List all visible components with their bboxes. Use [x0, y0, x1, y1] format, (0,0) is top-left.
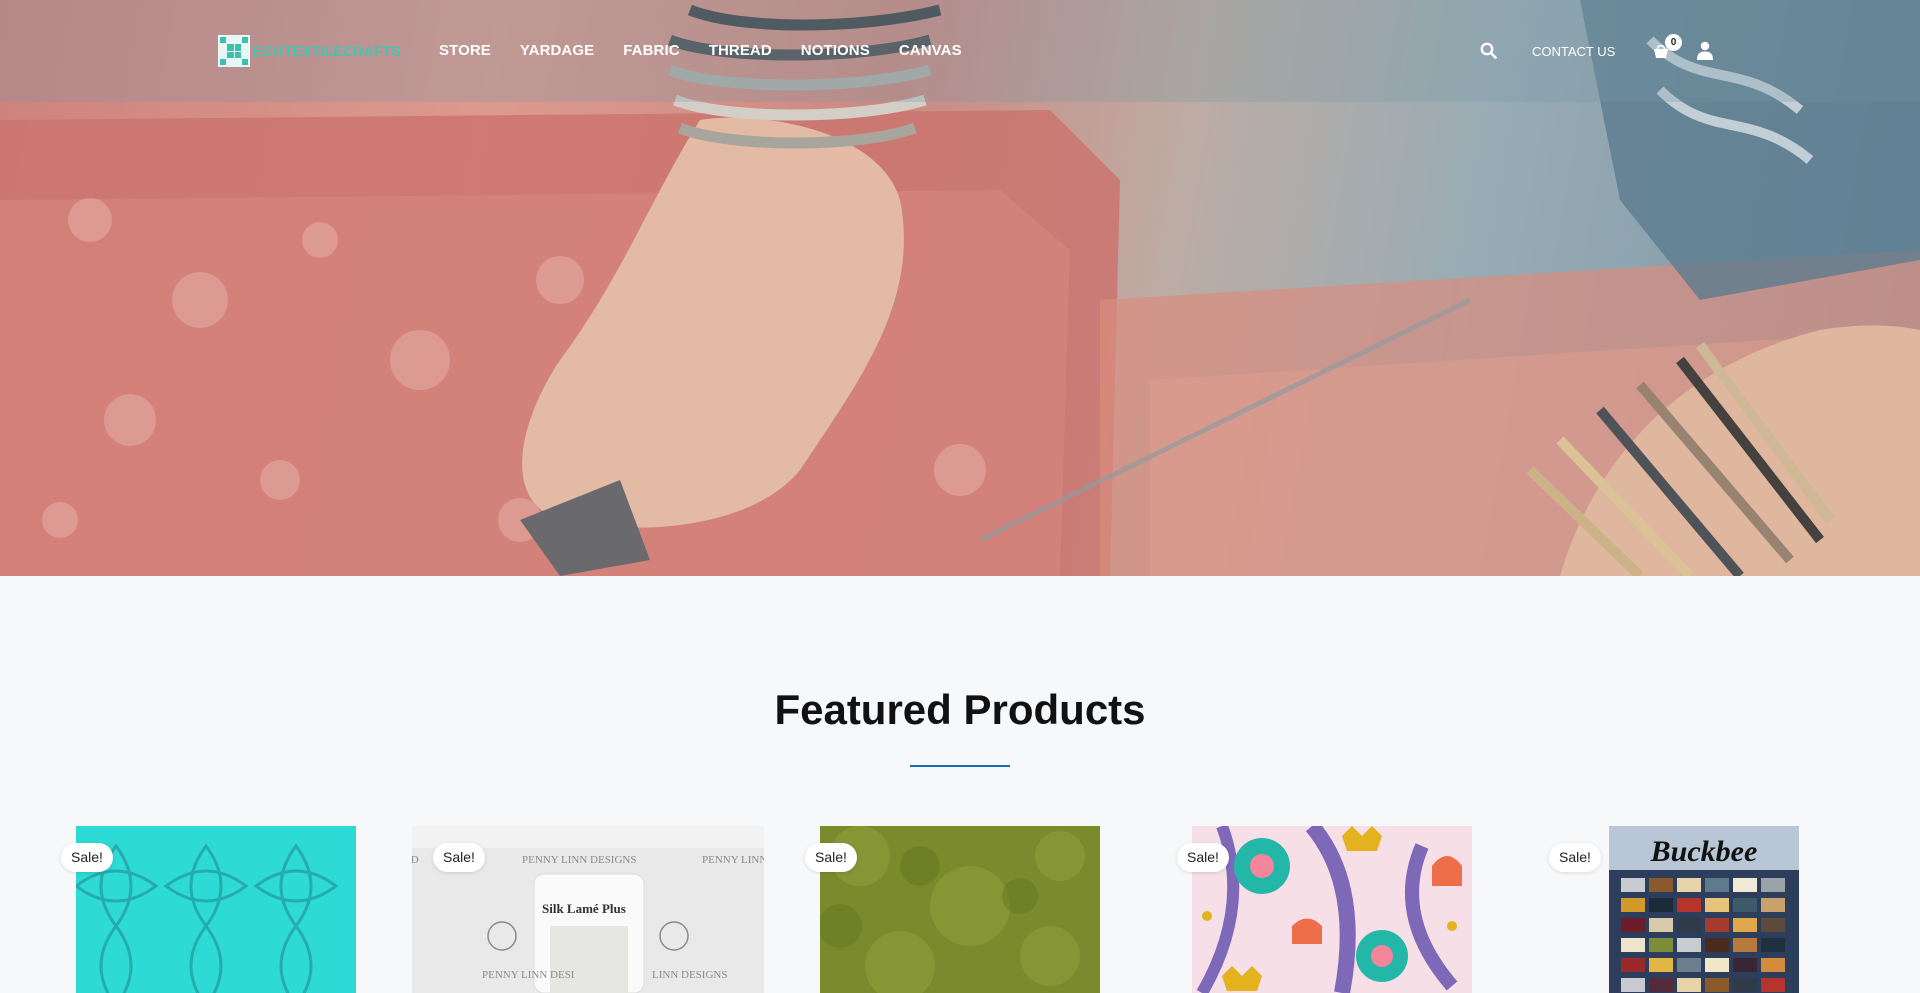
brand-text: PENNY LINN DESIGNS: [522, 854, 636, 866]
product-image-buckbee-pattern: Buckbee: [1609, 826, 1799, 993]
featured-products-title: Featured Products: [774, 686, 1146, 733]
nav-thread[interactable]: THREAD: [709, 42, 772, 59]
cart-count-badge: 0: [1665, 34, 1682, 51]
user-icon[interactable]: [1696, 41, 1714, 60]
product-card[interactable]: Buckbee: [1609, 826, 1799, 993]
nav-notions[interactable]: NOTIONS: [801, 42, 870, 59]
product-image-teal-holographic: [76, 826, 356, 993]
product-image-olive-fabric: [820, 826, 1100, 993]
sale-badge: Sale!: [805, 843, 857, 872]
product-card[interactable]: [1192, 826, 1472, 993]
search-icon[interactable]: [1480, 42, 1497, 59]
svg-text:N D: N D: [412, 854, 419, 866]
nav-yardage[interactable]: YARDAGE: [520, 42, 594, 59]
sale-badge: Sale!: [433, 843, 485, 872]
svg-text:PENNY LINN DESI: PENNY LINN DESI: [482, 969, 575, 981]
svg-text:PENNY LINN: PENNY LINN: [702, 854, 764, 866]
product-name-text: Silk Lamé Plus: [542, 901, 626, 916]
svg-text:LINN DESIGNS: LINN DESIGNS: [652, 969, 727, 981]
title-underline: [910, 765, 1010, 767]
logo-text: ECOTEXTILECRAFTS: [253, 43, 401, 59]
logo-icon: [218, 35, 250, 67]
site-header: ECOTEXTILECRAFTS STORE YARDAGE FABRIC TH…: [0, 0, 1920, 102]
main-nav: STORE YARDAGE FABRIC THREAD NOTIONS CANV…: [439, 42, 991, 59]
sale-badge: Sale!: [61, 843, 113, 872]
nav-fabric[interactable]: FABRIC: [623, 42, 679, 59]
product-card[interactable]: [820, 826, 1100, 993]
product-card[interactable]: [76, 826, 356, 993]
sale-badge: Sale!: [1549, 843, 1601, 872]
nav-canvas[interactable]: CANVAS: [899, 42, 962, 59]
site-logo[interactable]: ECOTEXTILECRAFTS: [218, 35, 401, 67]
product-image-floral-fabric: [1192, 826, 1472, 993]
contact-us-link[interactable]: CONTACT US: [1532, 44, 1615, 59]
sale-badge: Sale!: [1177, 843, 1229, 872]
nav-store[interactable]: STORE: [439, 42, 491, 59]
pattern-title-text: Buckbee: [1650, 835, 1758, 868]
